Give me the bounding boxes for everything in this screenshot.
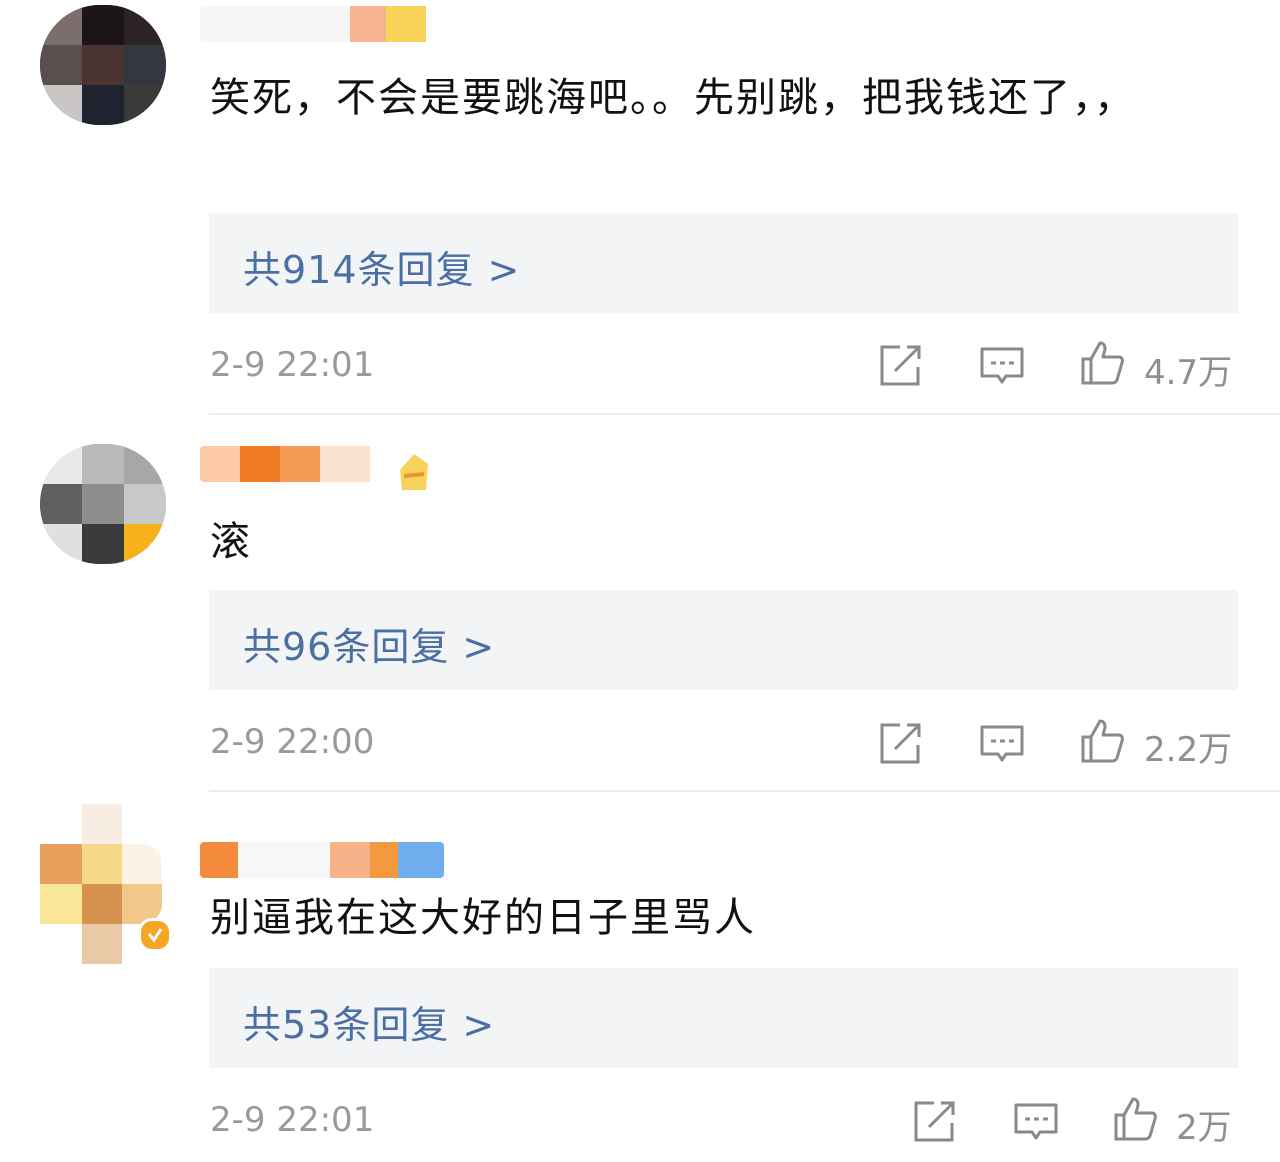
like-count[interactable]: 2.2万	[1144, 722, 1232, 771]
share-icon[interactable]	[878, 342, 924, 388]
comment-text: 笑死，不会是要跳海吧。。先别跳，把我钱还了，，	[210, 75, 1136, 121]
thumbs-up-icon[interactable]	[1112, 1096, 1158, 1142]
replies-count-link[interactable]: 共96条回复 >	[243, 616, 495, 671]
username-blurred[interactable]	[200, 842, 444, 878]
view-replies-button[interactable]: 共96条回复 >	[209, 590, 1238, 690]
avatar[interactable]	[40, 444, 166, 564]
replies-count-link[interactable]: 共914条回复 >	[243, 239, 520, 294]
comment-timestamp: 2-9 22:00	[210, 722, 375, 762]
comment-icon[interactable]	[979, 722, 1025, 768]
comment-text: 滚	[210, 519, 252, 565]
like-count[interactable]: 2万	[1176, 1100, 1232, 1149]
comment-timestamp: 2-9 22:01	[210, 1100, 375, 1140]
avatar[interactable]	[40, 5, 166, 125]
thumbs-up-icon[interactable]	[1079, 718, 1125, 764]
username-blurred[interactable]	[200, 6, 456, 42]
comment-timestamp: 2-9 22:01	[210, 345, 375, 385]
comment-text: 别逼我在这大好的日子里骂人	[210, 895, 756, 941]
comment-icon[interactable]	[1013, 1100, 1059, 1146]
replies-count-link[interactable]: 共53条回复 >	[243, 994, 495, 1049]
thumbs-up-icon[interactable]	[1079, 340, 1125, 386]
share-icon[interactable]	[878, 720, 924, 766]
divider	[209, 413, 1280, 415]
share-icon[interactable]	[912, 1098, 958, 1144]
comment-item: 笑死，不会是要跳海吧。。先别跳，把我钱还了，， 共914条回复 > 2-9 22…	[0, 0, 1280, 416]
verified-badge-icon	[138, 918, 172, 952]
view-replies-button[interactable]: 共914条回复 >	[209, 213, 1238, 313]
view-replies-button[interactable]: 共53条回复 >	[209, 968, 1238, 1068]
divider	[209, 790, 1280, 792]
like-count[interactable]: 4.7万	[1144, 345, 1232, 394]
comment-item: 滚 共96条回复 > 2-9 22:00 2.2万	[0, 416, 1280, 794]
member-level-icon	[400, 454, 428, 490]
comment-icon[interactable]	[979, 344, 1025, 390]
comment-item: 别逼我在这大好的日子里骂人 共53条回复 > 2-9 22:01 2万	[0, 794, 1280, 1162]
